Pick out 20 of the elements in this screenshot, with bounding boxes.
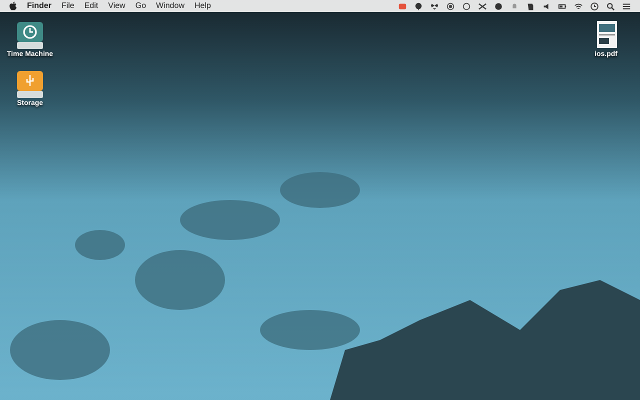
search-icon[interactable]: [606, 2, 614, 10]
wifi-icon[interactable]: [574, 2, 582, 10]
menu-item[interactable]: Edit: [79, 0, 104, 12]
menu-icon[interactable]: [622, 2, 630, 10]
menu-item[interactable]: View: [103, 0, 130, 12]
menu-item[interactable]: Window: [151, 0, 190, 12]
record-icon[interactable]: [446, 2, 454, 10]
clock-icon[interactable]: [590, 2, 598, 10]
app-icon[interactable]: [398, 2, 406, 10]
time-machine-drive-icon[interactable]: [15, 20, 45, 50]
battery-icon[interactable]: [558, 2, 566, 10]
app-menu[interactable]: Finder: [22, 0, 56, 12]
menu-item[interactable]: Help: [189, 0, 216, 12]
apple-logo-icon[interactable]: [8, 1, 18, 11]
volume-icon[interactable]: [542, 2, 550, 10]
menu-item[interactable]: Go: [130, 0, 152, 12]
dropbox-icon[interactable]: [430, 2, 438, 10]
usb-drive-icon[interactable]: [15, 68, 45, 98]
shuffle-icon[interactable]: [478, 2, 486, 10]
menu-item[interactable]: File: [56, 0, 80, 12]
